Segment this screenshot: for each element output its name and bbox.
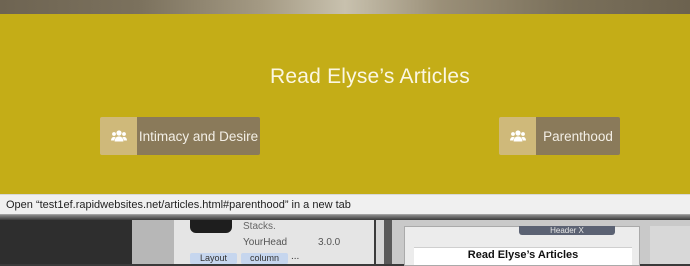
stack-version: 3.0.0	[318, 237, 341, 248]
stack-tags-more: ...	[291, 251, 300, 262]
preview-title: Read Elyse’s Articles	[467, 249, 579, 261]
users-icon	[499, 117, 536, 155]
link-status-bar: Open “test1ef.rapidwebsites.net/articles…	[0, 194, 690, 215]
status-bar-text: Open “test1ef.rapidwebsites.net/articles…	[6, 199, 351, 211]
background-sidebar-strip	[132, 220, 174, 264]
stack-thumbnail[interactable]	[190, 220, 232, 233]
stack-tag-column[interactable]: column	[241, 253, 288, 264]
preview-side-edge	[650, 226, 690, 264]
users-icon	[100, 117, 137, 155]
articles-banner: Read Elyse’s Articles Intimacy and Desir…	[0, 14, 690, 194]
library-scrollbar[interactable]	[376, 220, 384, 264]
parenthood-button[interactable]: Parenthood	[499, 117, 620, 155]
header-stack-chip[interactable]: Header X	[519, 226, 615, 235]
stack-tag-layout[interactable]: Layout	[190, 253, 237, 264]
pane-divider[interactable]	[384, 220, 392, 264]
stack-description-fragment: Stacks.	[243, 221, 276, 232]
hero-photo-strip	[0, 0, 690, 14]
parenthood-label: Parenthood	[536, 117, 620, 155]
banner-title: Read Elyse’s Articles	[270, 65, 470, 88]
stack-author: YourHead	[243, 237, 288, 248]
background-left-column	[0, 220, 132, 264]
intimacy-and-desire-button[interactable]: Intimacy and Desire	[100, 117, 260, 155]
intimacy-and-desire-label: Intimacy and Desire	[137, 117, 260, 155]
